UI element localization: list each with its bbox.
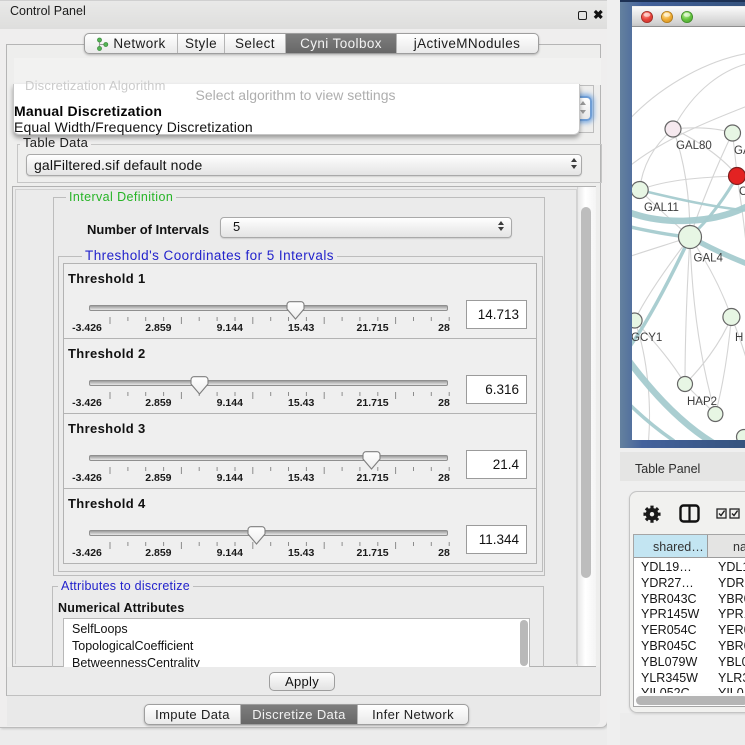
svg-text:H: H bbox=[735, 332, 743, 344]
svg-text:GCY1: GCY1 bbox=[632, 332, 662, 344]
svg-text:GAL4: GAL4 bbox=[694, 253, 724, 265]
svg-text:GAL: GAL bbox=[734, 145, 745, 157]
svg-text:GAL11: GAL11 bbox=[644, 202, 679, 214]
svg-text:GAL80: GAL80 bbox=[676, 140, 712, 152]
svg-text:HAP2: HAP2 bbox=[687, 396, 717, 408]
svg-text:C: C bbox=[739, 186, 745, 198]
